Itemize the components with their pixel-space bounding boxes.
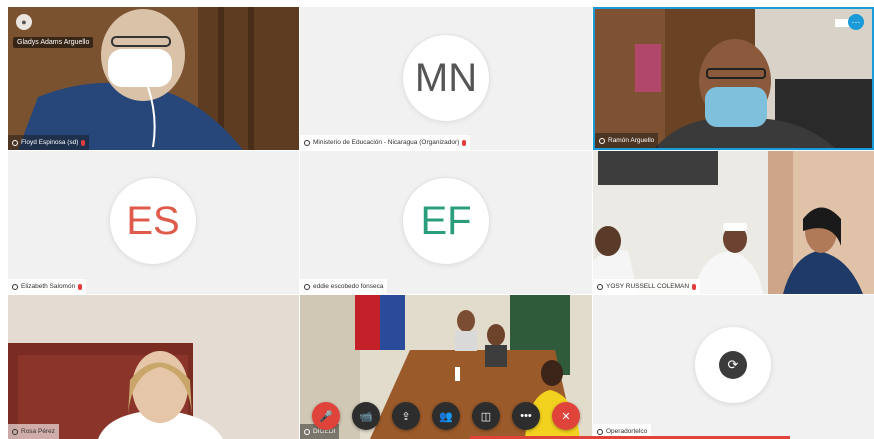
- more-options-icon[interactable]: ⋯: [848, 14, 864, 30]
- layout-icon: ◫: [480, 410, 492, 423]
- participant-name: Operadortelco: [606, 428, 648, 435]
- share-button[interactable]: ⇪: [392, 402, 420, 430]
- participant-name-bar-4: Elizabeth Salomón: [8, 279, 87, 294]
- participants-icon: 👥: [439, 410, 453, 423]
- participant-name-bar-3: Ramón Arguello: [595, 133, 659, 148]
- mic-icon: 🎤: [319, 410, 333, 423]
- participant-tile-9[interactable]: ⟳ Operadortelco: [593, 295, 874, 439]
- participant-avatar: ES: [110, 178, 196, 264]
- more-icon: •••: [520, 410, 532, 422]
- pin-icon: [599, 137, 605, 144]
- phone-icon: ⟳: [719, 351, 747, 379]
- avatar-initials: MN: [414, 55, 478, 100]
- participant-video-3: [595, 9, 872, 148]
- participant-name-bar-5: eddie escobedo fonseca: [300, 279, 388, 294]
- participant-name-bar-6: YOSY RUSSELL COLEMAN: [593, 279, 701, 294]
- participant-video-6: [593, 151, 874, 294]
- share-icon: ⇪: [401, 410, 411, 423]
- pin-icon: [597, 428, 603, 435]
- video-button[interactable]: 📹: [352, 402, 380, 430]
- mic-muted-icon: [692, 283, 697, 290]
- participant-name: Elizabeth Salomón: [21, 283, 76, 290]
- participant-tile-2[interactable]: MN Ministerio de Educación - Nicaragua (…: [300, 7, 592, 150]
- participant-name: eddie escobedo fonseca: [313, 283, 384, 290]
- participant-name-bar-1: Floyd Espinosa (sd): [8, 135, 90, 150]
- participant-tile-3[interactable]: ⋯ Ramón Arguello: [593, 7, 874, 150]
- avatar-initials: ES: [126, 198, 180, 243]
- user-icon: ●: [16, 14, 32, 30]
- participant-name: Rosa Pérez: [21, 428, 55, 435]
- participant-name-bar-7: Rosa Pérez: [8, 424, 59, 439]
- participant-tile-7[interactable]: Rosa Pérez: [8, 295, 299, 439]
- participant-name: Floyd Espinosa (sd): [21, 139, 79, 146]
- participant-name: YOSY RUSSELL COLEMAN: [606, 283, 690, 290]
- participant-tile-6[interactable]: YOSY RUSSELL COLEMAN: [593, 151, 874, 294]
- participant-avatar: MN: [403, 35, 489, 121]
- participant-avatar: ⟳: [695, 327, 771, 403]
- pin-icon: [12, 428, 18, 435]
- participant-avatar: EF: [403, 178, 489, 264]
- participant-tile-5[interactable]: EF eddie escobedo fonseca: [300, 151, 592, 294]
- avatar-initials: EF: [420, 198, 472, 243]
- participant-tile-1[interactable]: Gladys Adams Arguello ● Floyd Espinosa (…: [8, 7, 299, 150]
- mic-muted-icon: [81, 139, 86, 146]
- participant-video-7: [8, 295, 299, 439]
- more-button[interactable]: •••: [512, 402, 540, 430]
- pin-icon: [304, 283, 310, 290]
- participant-name-bar-2: Ministerio de Educación - Nicaragua (Org…: [300, 135, 471, 150]
- participant-name: Ramón Arguello: [608, 137, 655, 144]
- participant-label-overlay: Gladys Adams Arguello: [13, 37, 94, 48]
- pin-icon: [12, 139, 18, 146]
- pin-icon: [597, 283, 603, 290]
- layout-button[interactable]: ◫: [472, 402, 500, 430]
- mic-button[interactable]: 🎤: [312, 402, 340, 430]
- camera-icon: 📹: [359, 410, 373, 423]
- participant-tile-4[interactable]: ES Elizabeth Salomón: [8, 151, 299, 294]
- participants-button[interactable]: 👥: [432, 402, 460, 430]
- participant-name: Ministerio de Educación - Nicaragua (Org…: [313, 139, 460, 146]
- pin-icon: [12, 283, 18, 290]
- pin-icon: [304, 139, 310, 146]
- hangup-button[interactable]: ✕: [552, 402, 580, 430]
- participant-video-1: [8, 7, 299, 150]
- hangup-icon: ✕: [561, 410, 571, 423]
- call-controls: 🎤 📹 ⇪ 👥 ◫ ••• ✕: [308, 402, 588, 432]
- mic-muted-icon: [78, 283, 83, 290]
- mic-muted-icon: [462, 139, 467, 146]
